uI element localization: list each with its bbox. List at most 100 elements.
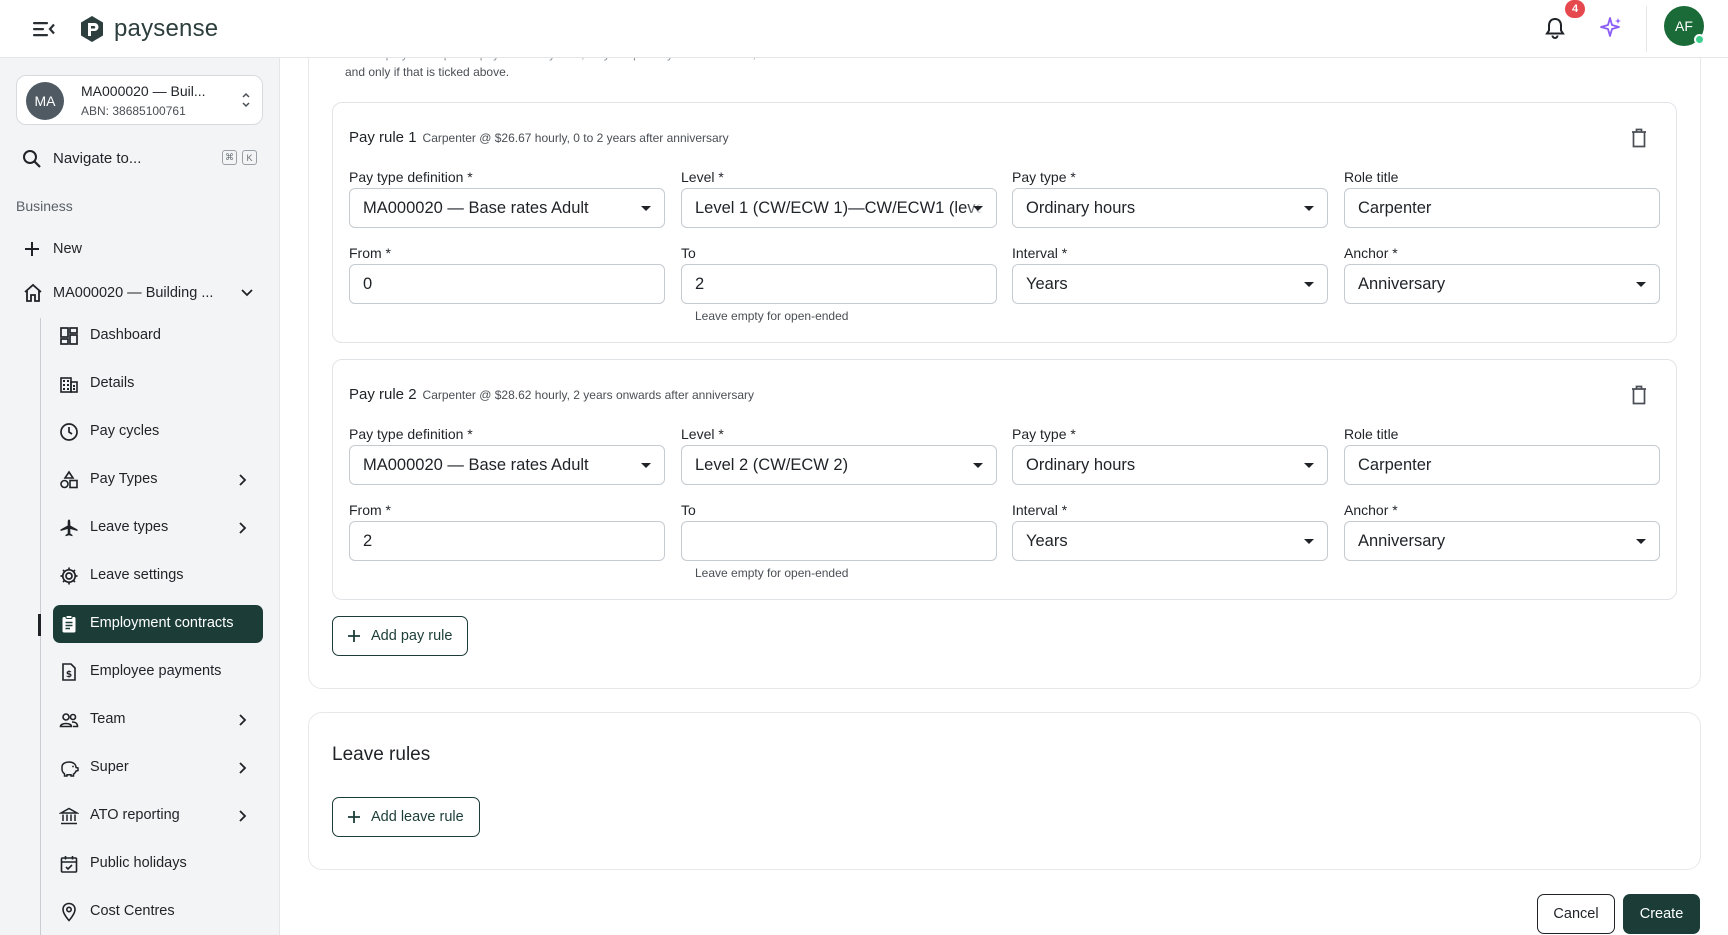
notification-badge: 4 bbox=[1565, 0, 1585, 18]
level-select[interactable]: Level 2 (CW/ECW 2) bbox=[681, 445, 997, 485]
organisation-switcher[interactable]: MA MA000020 — Buil... ABN: 38685100761 bbox=[16, 75, 263, 125]
to-label: To bbox=[681, 502, 696, 518]
dashboard-icon bbox=[60, 327, 78, 345]
select-value: Years bbox=[1026, 532, 1068, 550]
dollar-doc-icon: $ bbox=[62, 663, 76, 681]
sidebar-business-group[interactable]: MA000020 — Building ... bbox=[22, 282, 262, 304]
org-name: MA000020 — Buil... bbox=[81, 83, 206, 99]
input-value: 2 bbox=[695, 275, 705, 293]
clock-icon bbox=[60, 423, 78, 441]
intro-line-2: and only if that is ticked above. bbox=[345, 65, 510, 79]
sidebar-item-new[interactable]: New bbox=[22, 238, 82, 260]
building-icon bbox=[60, 377, 78, 393]
org-avatar: MA bbox=[26, 82, 64, 120]
sidebar-item-dashboard[interactable]: Dashboard bbox=[53, 317, 263, 355]
pay-rule-summary: Carpenter @ $28.62 hourly, 2 years onwar… bbox=[422, 388, 755, 402]
sidebar-item-label: Details bbox=[90, 375, 135, 391]
pay-rule-title: Pay rule 1 Carpenter @ $26.67 hourly, 0 t… bbox=[349, 129, 729, 146]
online-status-dot bbox=[1694, 34, 1705, 45]
input-value: 0 bbox=[363, 275, 373, 293]
role-title-label: Role title bbox=[1344, 169, 1399, 185]
sidebar-item-leave-types[interactable]: Leave types bbox=[53, 509, 263, 547]
brand-name: paysense bbox=[114, 15, 219, 42]
piggy-bank-icon bbox=[61, 761, 79, 777]
pay-rule-2: Pay rule 2 Carpenter @ $28.62 hourly, 2 y… bbox=[332, 359, 1677, 600]
sidebar-item-employee-payments[interactable]: $ Employee payments bbox=[53, 653, 263, 691]
sidebar-item-label: Pay Types bbox=[90, 471, 158, 487]
navigate-search[interactable]: Navigate to... ⌘ K bbox=[22, 146, 262, 172]
leave-rules-title: Leave rules bbox=[332, 744, 431, 765]
level-label: Level * bbox=[681, 169, 724, 185]
location-pin-icon bbox=[62, 902, 76, 922]
pay-type-definition-select[interactable]: MA000020 — Base rates Adult bbox=[349, 445, 665, 485]
pay-type-select[interactable]: Ordinary hours bbox=[1012, 445, 1328, 485]
sidebar-item-leave-settings[interactable]: Leave settings bbox=[53, 557, 263, 595]
role-title-input[interactable]: Carpenter bbox=[1344, 445, 1660, 485]
sidebar-item-pay-types[interactable]: Pay Types bbox=[53, 461, 263, 499]
caret-down-icon bbox=[641, 206, 651, 211]
chevron-right-icon bbox=[239, 474, 247, 486]
caret-down-icon bbox=[1304, 282, 1314, 287]
shortcut-cmd-key: ⌘ bbox=[222, 150, 237, 165]
caret-down-icon bbox=[973, 463, 983, 468]
brand-logo[interactable]: paysense bbox=[78, 12, 218, 46]
sidebar-item-label: Super bbox=[90, 759, 129, 775]
select-value: MA000020 — Base rates Adult bbox=[363, 456, 589, 474]
pay-rule-title-text: Pay rule 2 bbox=[349, 386, 417, 403]
select-value: Anniversary bbox=[1358, 532, 1446, 550]
anchor-label: Anchor * bbox=[1344, 502, 1398, 518]
chevron-right-icon bbox=[239, 714, 247, 726]
sidebar-item-label: Team bbox=[90, 711, 126, 727]
role-title-label: Role title bbox=[1344, 426, 1399, 442]
section-label-business: Business bbox=[16, 198, 73, 214]
sidebar-item-details[interactable]: Details bbox=[53, 365, 263, 403]
bell-icon[interactable] bbox=[1541, 14, 1569, 42]
select-value: Anniversary bbox=[1358, 275, 1446, 293]
select-value: MA000020 — Base rates Adult bbox=[363, 199, 589, 217]
sidebar-item-cost-centres[interactable]: Cost Centres bbox=[53, 893, 263, 931]
add-leave-rule-button[interactable]: Add leave rule bbox=[332, 797, 480, 837]
to-help-text: Leave empty for open-ended bbox=[695, 309, 849, 323]
menu-collapse-icon[interactable] bbox=[30, 16, 58, 42]
sidebar-item-pay-cycles[interactable]: Pay cycles bbox=[53, 413, 263, 451]
pay-type-select[interactable]: Ordinary hours bbox=[1012, 188, 1328, 228]
sidebar-item-super[interactable]: Super bbox=[53, 749, 263, 787]
select-value: Years bbox=[1026, 275, 1068, 293]
sidebar-item-team[interactable]: Team bbox=[53, 701, 263, 739]
role-title-input[interactable]: Carpenter bbox=[1344, 188, 1660, 228]
pay-type-label: Pay type * bbox=[1012, 169, 1076, 185]
input-value: Carpenter bbox=[1358, 199, 1432, 217]
add-pay-rule-button[interactable]: Add pay rule bbox=[332, 616, 469, 656]
sidebar-item-employment-contracts[interactable]: Employment contracts bbox=[53, 605, 263, 643]
shortcut-k-key: K bbox=[242, 150, 257, 165]
sidebar-item-public-holidays[interactable]: Public holidays bbox=[53, 845, 263, 883]
anchor-select[interactable]: Anniversary bbox=[1344, 521, 1660, 561]
svg-text:$: $ bbox=[66, 670, 72, 680]
delete-rule-trash-icon[interactable] bbox=[1629, 384, 1649, 406]
cancel-button[interactable]: Cancel bbox=[1537, 894, 1615, 934]
pay-rule-title: Pay rule 2 Carpenter @ $28.62 hourly, 2 y… bbox=[349, 386, 754, 403]
pay-rule-summary: Carpenter @ $26.67 hourly, 0 to 2 years … bbox=[422, 131, 729, 145]
to-input[interactable] bbox=[681, 521, 997, 561]
sidebar: MA MA000020 — Buil... ABN: 38685100761 N… bbox=[0, 58, 280, 935]
level-select[interactable]: Level 1 (CW/ECW 1)—CW/ECW1 (level 1) bbox=[681, 188, 997, 228]
sidebar-item-ato-reporting[interactable]: ATO reporting bbox=[53, 797, 263, 835]
leave-rules-card bbox=[308, 712, 1701, 870]
delete-rule-trash-icon[interactable] bbox=[1629, 127, 1649, 149]
create-button[interactable]: Create bbox=[1623, 894, 1700, 934]
sidebar-item-label: Leave settings bbox=[90, 567, 184, 583]
calendar-icon bbox=[60, 856, 78, 873]
pay-type-definition-select[interactable]: MA000020 — Base rates Adult bbox=[349, 188, 665, 228]
from-input[interactable]: 0 bbox=[349, 264, 665, 304]
shapes-icon bbox=[60, 470, 78, 489]
interval-select[interactable]: Years bbox=[1012, 521, 1328, 561]
caret-down-icon bbox=[1636, 282, 1646, 287]
from-label: From * bbox=[349, 502, 391, 518]
interval-select[interactable]: Years bbox=[1012, 264, 1328, 304]
clipboard-icon bbox=[62, 615, 76, 633]
to-input[interactable]: 2 bbox=[681, 264, 997, 304]
from-input[interactable]: 2 bbox=[349, 521, 665, 561]
anchor-select[interactable]: Anniversary bbox=[1344, 264, 1660, 304]
sparkle-ai-icon[interactable] bbox=[1597, 14, 1625, 42]
select-value: Level 2 (CW/ECW 2) bbox=[695, 456, 849, 474]
